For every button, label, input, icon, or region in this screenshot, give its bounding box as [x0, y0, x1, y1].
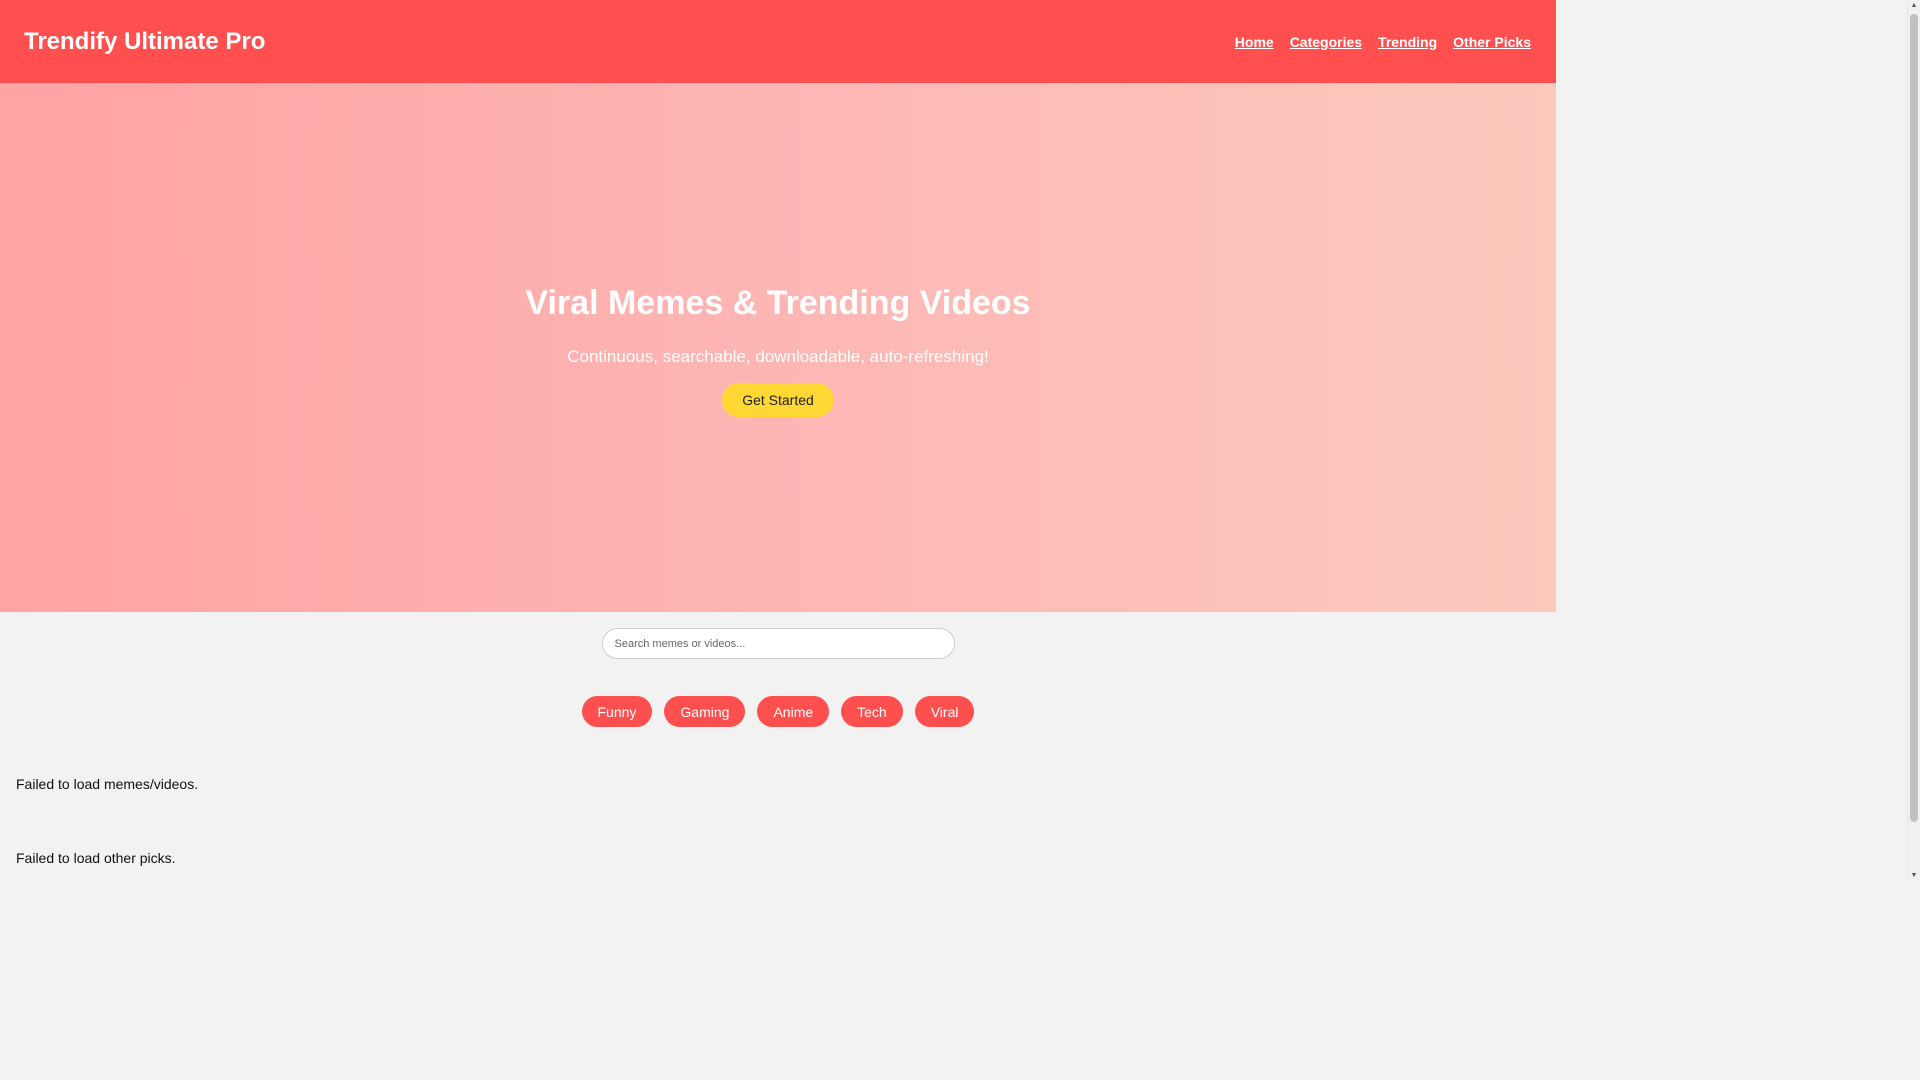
nav-trending-link[interactable]: Trending	[1378, 34, 1437, 50]
site-title: Trendify Ultimate Pro	[24, 27, 266, 55]
search-bar	[0, 628, 1556, 659]
search-input[interactable]	[601, 628, 955, 659]
memes-error-message: Failed to load memes/videos.	[16, 776, 199, 792]
picks-error-message: Failed to load other picks.	[16, 850, 176, 866]
category-funny-button[interactable]: Funny	[581, 696, 653, 727]
nav-categories-link[interactable]: Categories	[1290, 34, 1362, 50]
category-anime-button[interactable]: Anime	[757, 696, 830, 727]
nav-home-link[interactable]: Home	[1235, 34, 1274, 50]
category-gaming-button[interactable]: Gaming	[664, 696, 746, 727]
page-scrollbar[interactable]: ▲ ▼	[1907, 0, 1920, 882]
category-viral-button[interactable]: Viral	[914, 696, 975, 727]
category-tech-button[interactable]: Tech	[841, 696, 903, 727]
scroll-up-icon[interactable]: ▲	[1910, 2, 1918, 10]
get-started-button[interactable]: Get Started	[722, 383, 834, 417]
category-filters: Funny Gaming Anime Tech Viral	[0, 696, 1556, 727]
hero-subtitle: Continuous, searchable, downloadable, au…	[567, 347, 989, 366]
hero-title: Viral Memes & Trending Videos	[525, 284, 1031, 322]
main-nav: Home Categories Trending Other Picks	[1235, 34, 1531, 50]
scrollbar-thumb[interactable]	[1910, 14, 1918, 822]
scroll-down-icon[interactable]: ▼	[1910, 872, 1918, 880]
nav-other-picks-link[interactable]: Other Picks	[1453, 34, 1531, 50]
hero-section: Viral Memes & Trending Videos Continuous…	[0, 83, 1556, 612]
site-header: Trendify Ultimate Pro Home Categories Tr…	[0, 0, 1556, 83]
page: Trendify Ultimate Pro Home Categories Tr…	[0, 0, 1556, 882]
